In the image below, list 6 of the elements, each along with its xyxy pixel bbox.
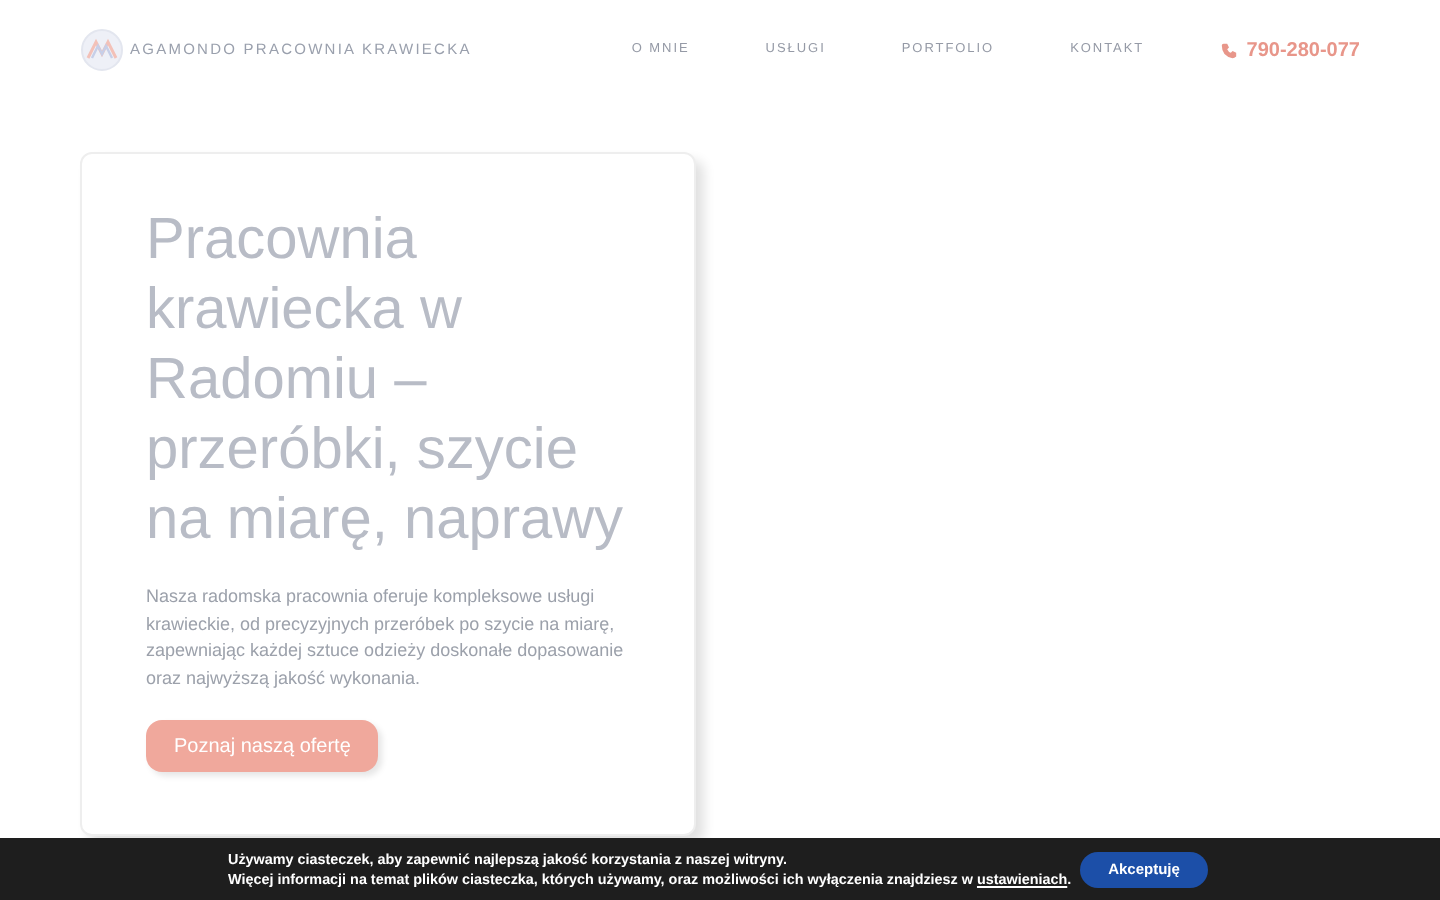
offer-button[interactable]: Poznaj naszą ofertę bbox=[146, 720, 379, 772]
phone-icon bbox=[1220, 41, 1239, 59]
phone-link[interactable]: 790-280-077 bbox=[1246, 35, 1360, 65]
hero-text: Nasza radomska pracownia oferuje kompleksowe usługi krawieckie, od precyzyjnych przeróbek po szycie na miarę, zapewniając każdej sztuce odzieży doskonałe dopasowanie oraz najwyższą jakość wykonania. bbox=[146, 584, 626, 692]
hero-title: Pracownia krawiecka w Radomiu – przeróbki, szycie na miarę, naprawy bbox=[146, 206, 626, 556]
logo-icon[interactable] bbox=[80, 28, 124, 72]
